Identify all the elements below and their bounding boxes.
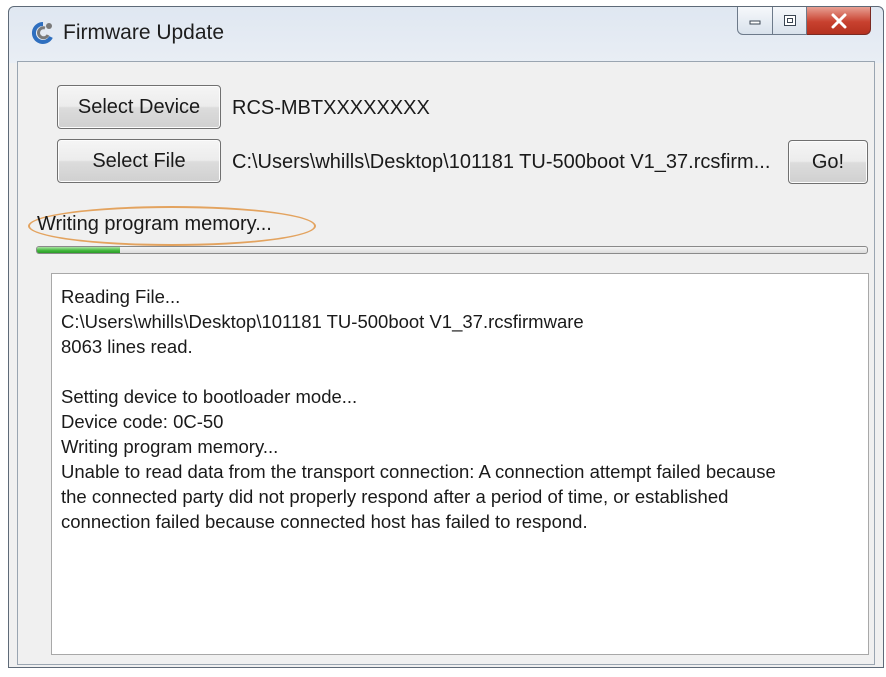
close-button[interactable] — [807, 7, 871, 35]
window-client-area: Select Device RCS-MBTXXXXXXXX Select Fil… — [17, 61, 875, 665]
log-line: 8063 lines read. — [61, 336, 193, 357]
go-button[interactable]: Go! — [788, 140, 868, 184]
title-bar[interactable]: Firmware Update — [9, 7, 883, 59]
selected-device-label: RCS-MBTXXXXXXXX — [232, 97, 430, 119]
maximize-button[interactable] — [773, 7, 807, 35]
minimize-button[interactable] — [737, 7, 773, 35]
firmware-app-icon — [31, 21, 53, 44]
select-file-button[interactable]: Select File — [57, 139, 221, 183]
maximize-icon — [783, 14, 796, 26]
progress-fill — [37, 247, 120, 253]
progress-bar — [36, 246, 868, 254]
log-line: Unable to read data from the transport c… — [61, 461, 776, 482]
selected-file-path: C:\Users\whills\Desktop\101181 TU-500boo… — [232, 151, 771, 173]
output-log[interactable]: Reading File... C:\Users\whills\Desktop\1… — [51, 273, 869, 655]
log-line: Reading File... — [61, 286, 181, 307]
status-text: Writing program memory... — [37, 213, 272, 235]
log-line: Setting device to bootloader mode... — [61, 386, 358, 407]
select-device-button[interactable]: Select Device — [57, 85, 221, 129]
log-line: Writing program memory... — [61, 436, 279, 457]
window-title: Firmware Update — [63, 21, 225, 44]
log-line: C:\Users\whills\Desktop\101181 TU-500boo… — [61, 311, 584, 332]
firmware-update-window: Firmware Update Select Device RCS-MBTXXX… — [8, 6, 884, 668]
log-line: connection failed because connected host… — [61, 511, 588, 532]
close-icon — [831, 13, 846, 28]
minimize-icon — [749, 20, 761, 24]
log-line: the connected party did not properly res… — [61, 486, 729, 507]
log-line: Device code: 0C-50 — [61, 411, 224, 432]
